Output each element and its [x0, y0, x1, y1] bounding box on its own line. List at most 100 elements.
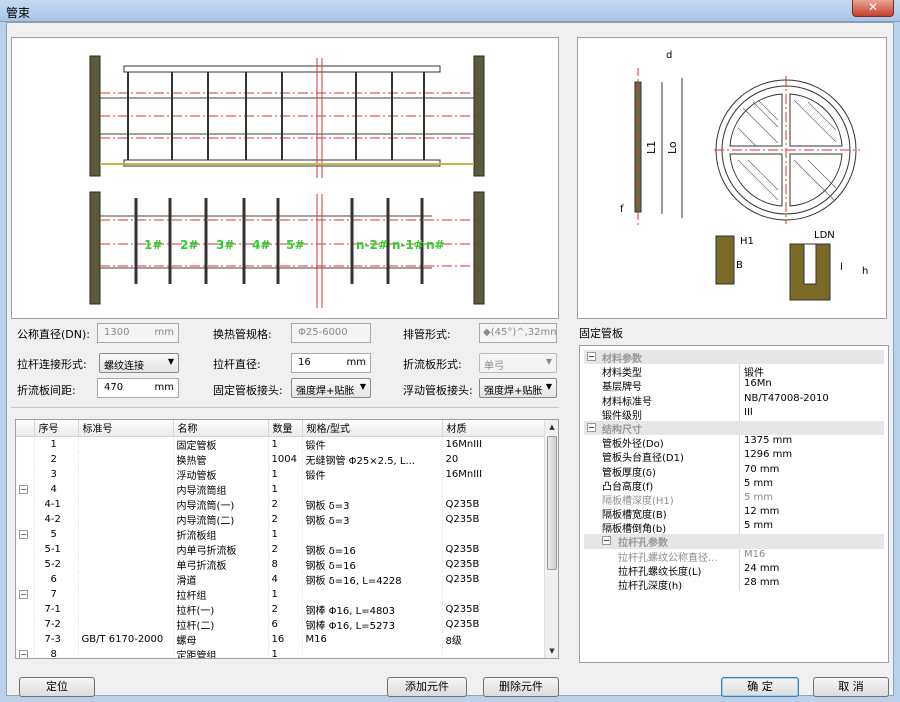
- property-key: 基层牌号: [602, 378, 740, 393]
- col-spec[interactable]: 规格/型式: [302, 420, 443, 437]
- scroll-down-icon[interactable]: ▼: [545, 644, 558, 658]
- table-row[interactable]: −4 内导流筒组 1: [16, 481, 545, 497]
- property-category[interactable]: − 材料参数: [584, 350, 884, 365]
- cell-qty: 2: [268, 511, 303, 527]
- baffle-type-select[interactable]: 单弓 ▼: [479, 353, 557, 373]
- cell-seq: 5: [34, 526, 79, 542]
- ok-button[interactable]: 确 定: [721, 677, 799, 697]
- tube-spec-field[interactable]: Φ25-6000: [291, 323, 371, 343]
- table-row[interactable]: 1 固定管板 1 锻件 16MnIII: [16, 436, 545, 452]
- table-row[interactable]: 4-1 内导流筒(一) 2 钢板 δ=3 Q235B: [16, 496, 545, 512]
- collapse-icon[interactable]: −: [587, 422, 596, 432]
- baffle-spacing-value: 470: [104, 382, 124, 393]
- cell-mat: 8级: [442, 631, 545, 647]
- property-row[interactable]: 材料类型 锻件: [584, 364, 884, 379]
- table-row[interactable]: 7-3 GB/T 6170-2000 螺母 16 M16 8级: [16, 631, 545, 647]
- cell-spec: 钢棒 Φ16, L=5273: [302, 616, 443, 632]
- cell-seq: 7-1: [34, 601, 79, 617]
- close-button[interactable]: ✕: [852, 0, 894, 17]
- tie-rod-diameter-field[interactable]: 16 mm: [291, 353, 371, 373]
- dim-d: d: [666, 50, 672, 61]
- cell-seq: 7-2: [34, 616, 79, 632]
- title-bar: 管束 ✕: [0, 0, 900, 22]
- cell-std: [78, 511, 174, 527]
- property-row[interactable]: 基层牌号 16Mn: [584, 378, 884, 393]
- tube-bundle-svg: 1# 2# 3# 4# 5# n-2# n-1# n#: [89, 55, 485, 308]
- baffle-type-label: 折流板形式:: [403, 358, 462, 371]
- collapse-icon[interactable]: −: [587, 352, 596, 361]
- property-category[interactable]: − 结构尺寸: [584, 420, 884, 436]
- property-list: − 材料参数 材料类型 锻件 基层牌号 16Mn 材料标准号 NB/T47008-2010 锻件…: [584, 350, 884, 592]
- chevron-down-icon: ▼: [545, 357, 552, 366]
- fixed-tubesheet-joint-select[interactable]: 强度焊+贴胀 ▼: [291, 378, 371, 398]
- table-row[interactable]: 4-2 内导流筒(二) 2 钢板 δ=3 Q235B: [16, 511, 545, 527]
- baffle-label-1: 1#: [144, 238, 162, 252]
- table-row[interactable]: 7-1 拉杆(一) 2 钢棒 Φ16, L=4803 Q235B: [16, 601, 545, 617]
- table-scrollbar[interactable]: ▲ ▼: [544, 420, 558, 658]
- table-row[interactable]: 6 滑道 4 钢板 δ=16, L=4228 Q235B: [16, 571, 545, 587]
- col-name[interactable]: 名称: [173, 420, 269, 437]
- table-row[interactable]: −7 拉杆组 1: [16, 586, 545, 602]
- property-key: 管板外径(Do): [602, 435, 740, 450]
- cell-seq: 4: [34, 481, 79, 497]
- property-key: 材料类型: [602, 364, 740, 379]
- property-row[interactable]: 材料标准号 NB/T47008-2010: [584, 392, 884, 407]
- floating-tubesheet-joint-select[interactable]: 强度焊+贴胀 ▼: [479, 378, 557, 398]
- property-row[interactable]: 锻件级别 III: [584, 406, 884, 421]
- col-seq[interactable]: 序号: [34, 420, 79, 437]
- cell-std: [78, 466, 174, 482]
- table-row[interactable]: 5-2 单弓折流板 8 钢板 δ=16 Q235B: [16, 556, 545, 572]
- dim-l1: L1: [645, 141, 658, 154]
- property-row[interactable]: 凸台高度(f) 5 mm: [584, 477, 884, 492]
- table-row[interactable]: 2 换热管 1004 无缝钢管 Φ25×2.5, L... 20: [16, 451, 545, 467]
- property-row[interactable]: 管板厚度(δ) 70 mm: [584, 463, 884, 478]
- baffle-spacing-field[interactable]: 470 mm: [97, 378, 179, 398]
- cell-spec: 钢棒 Φ16, L=4803: [302, 601, 443, 617]
- table-row[interactable]: −8 定距管组 1: [16, 646, 545, 658]
- add-component-button[interactable]: 添加元件: [387, 677, 467, 697]
- tie-rod-diameter-label: 拉杆直径:: [213, 358, 261, 371]
- collapse-icon[interactable]: −: [19, 649, 28, 658]
- nominal-diameter-field[interactable]: 1300 mm: [97, 323, 179, 343]
- collapse-icon[interactable]: −: [19, 529, 28, 539]
- collapse-icon[interactable]: −: [19, 484, 28, 494]
- scroll-thumb[interactable]: [547, 436, 557, 570]
- table-row[interactable]: 5-1 内单弓折流板 2 钢板 δ=16 Q235B: [16, 541, 545, 557]
- cell-mat: [442, 646, 545, 658]
- table-row[interactable]: 7-2 拉杆(二) 6 钢棒 Φ16, L=5273 Q235B: [16, 616, 545, 632]
- col-mat[interactable]: 材质: [442, 420, 545, 437]
- property-key: 管板头台直径(D1): [602, 449, 740, 464]
- layout-field[interactable]: ◆(45°)^,32mm: [479, 323, 557, 343]
- property-row[interactable]: 隔板槽宽度(B) 12 mm: [584, 506, 884, 521]
- table-row[interactable]: 3 浮动管板 1 锻件 16MnIII: [16, 466, 545, 482]
- property-row[interactable]: 拉杆孔螺纹长度(L) 24 mm: [584, 562, 884, 577]
- table-row[interactable]: −5 折流板组 1: [16, 526, 545, 542]
- locate-button[interactable]: 定位: [19, 677, 95, 697]
- delete-component-button[interactable]: 删除元件: [483, 677, 559, 697]
- property-row[interactable]: 拉杆孔螺纹公称直径... M16: [584, 548, 884, 563]
- col-qty[interactable]: 数量: [268, 420, 303, 437]
- property-key: 拉杆孔螺纹公称直径...: [618, 548, 740, 563]
- tie-rod-connection-select[interactable]: 螺纹连接 ▼: [99, 353, 179, 373]
- cell-mat: 20: [442, 451, 545, 467]
- scroll-up-icon[interactable]: ▲: [545, 420, 558, 434]
- property-row[interactable]: 隔板槽深度(H1) 5 mm: [584, 491, 884, 507]
- layout-value: ◆(45°)^,32mm: [483, 327, 557, 338]
- tie-rod-diameter-value: 16: [298, 357, 311, 368]
- floating-tubesheet-joint-label: 浮动管板接头:: [403, 384, 473, 397]
- dim-lo: Lo: [666, 141, 679, 154]
- collapse-icon[interactable]: −: [602, 536, 611, 546]
- collapse-icon[interactable]: −: [19, 589, 28, 599]
- cancel-button[interactable]: 取 消: [813, 677, 889, 697]
- property-row[interactable]: 隔板槽倒角(b) 5 mm: [584, 520, 884, 535]
- cell-std: [78, 601, 174, 617]
- baffle-label-n: n#: [426, 238, 445, 252]
- property-row[interactable]: 拉杆孔深度(h) 28 mm: [584, 577, 884, 592]
- baffle-label-3: 3#: [216, 238, 234, 252]
- property-row[interactable]: 管板头台直径(D1) 1296 mm: [584, 449, 884, 464]
- baffle-label-n-2: n-2#: [356, 238, 388, 252]
- property-category[interactable]: − 拉杆孔参数: [584, 534, 884, 549]
- property-value: 70 mm: [744, 463, 780, 475]
- col-std[interactable]: 标准号: [78, 420, 174, 437]
- property-row[interactable]: 管板外径(Do) 1375 mm: [584, 435, 884, 450]
